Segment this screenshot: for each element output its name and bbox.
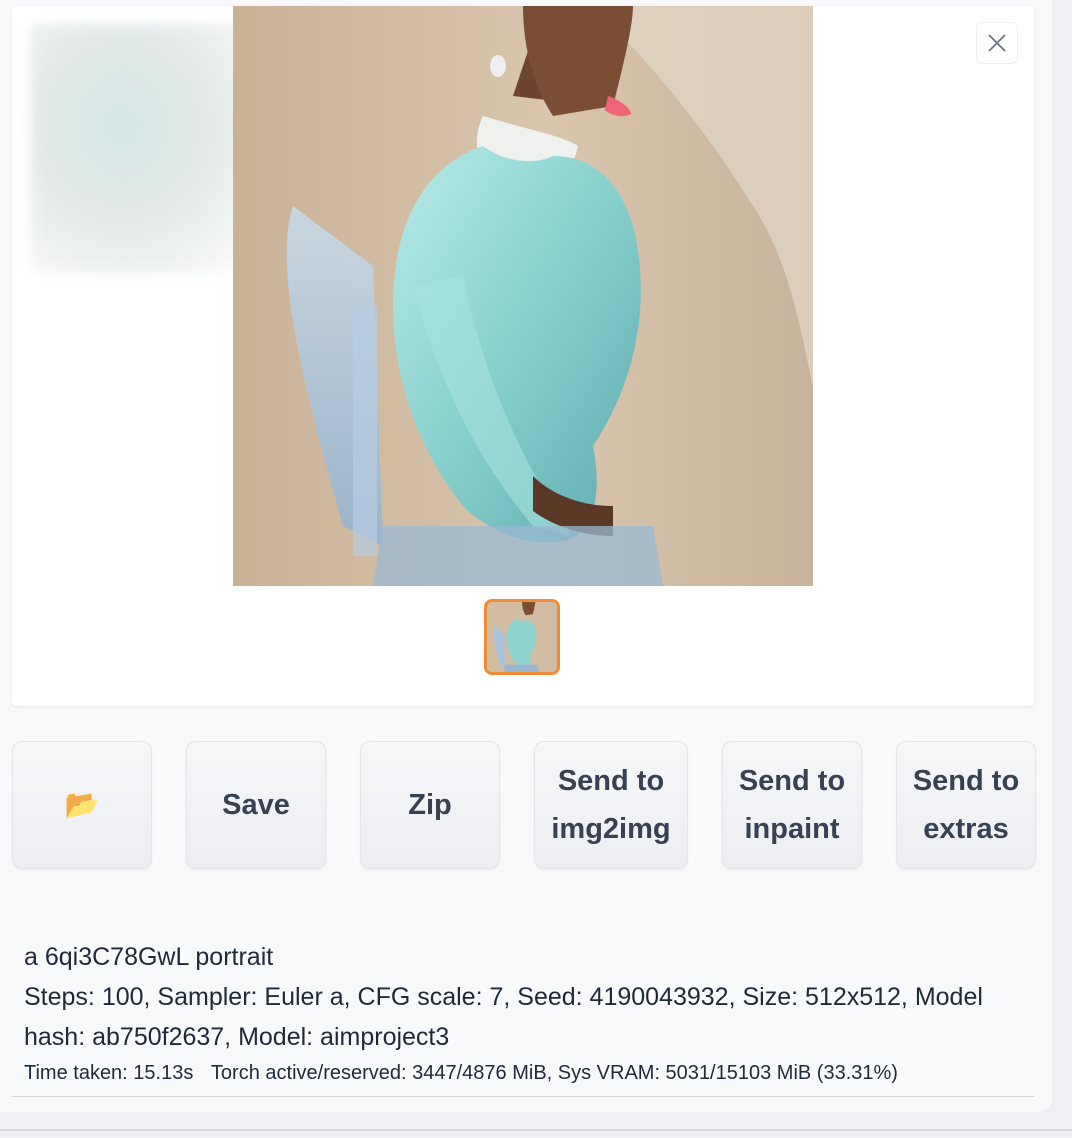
generated-image[interactable] <box>233 6 813 586</box>
folder-icon: 📂 <box>64 789 100 820</box>
prompt-text: a 6qi3C78GwL portrait <box>24 943 274 971</box>
open-folder-button[interactable]: 📂 <box>12 741 152 869</box>
image-gallery <box>12 6 1034 706</box>
thumbnail-selected[interactable] <box>484 599 560 675</box>
action-buttons: 📂 Save Zip Send to img2img Send to inpai… <box>12 741 1036 871</box>
close-button[interactable] <box>976 22 1018 64</box>
vram-usage: Torch active/reserved: 3447/4876 MiB, Sy… <box>210 1062 898 1084</box>
send-to-extras-label: Send to extras <box>913 757 1019 853</box>
inpaint-text: inpaint <box>744 813 840 845</box>
send-to-extras-button[interactable]: Send to extras <box>896 741 1036 869</box>
send-to-text: Send to <box>557 765 665 797</box>
send-to-inpaint-button[interactable]: Send to inpaint <box>722 741 862 869</box>
zip-button[interactable]: Zip <box>360 741 500 869</box>
send-to-img2img-label: Send to img2img <box>551 757 670 853</box>
bottom-border <box>0 1129 1072 1131</box>
generation-info: a 6qi3C78GwL portrait Steps: 100, Sample… <box>24 937 1024 1057</box>
result-panel: 📂 Save Zip Send to img2img Send to inpai… <box>0 0 1052 1112</box>
divider <box>12 1096 1034 1097</box>
time-taken: Time taken: 15.13s <box>24 1062 194 1084</box>
extras-text: extras <box>923 813 1009 845</box>
send-to-inpaint-label: Send to inpaint <box>739 757 845 853</box>
send-to-text: Send to <box>738 765 846 797</box>
parameters-text: Steps: 100, Sampler: Euler a, CFG scale:… <box>24 983 983 1051</box>
save-button[interactable]: Save <box>186 741 326 869</box>
zip-label: Zip <box>408 789 452 821</box>
send-to-text: Send to <box>912 765 1020 797</box>
send-to-img2img-button[interactable]: Send to img2img <box>534 741 688 869</box>
performance-info: Time taken: 15.13s Torch active/reserved… <box>24 1062 1034 1085</box>
img2img-text: img2img <box>551 813 671 845</box>
save-label: Save <box>222 789 290 821</box>
blurred-preview <box>30 24 260 274</box>
close-icon <box>988 34 1006 52</box>
